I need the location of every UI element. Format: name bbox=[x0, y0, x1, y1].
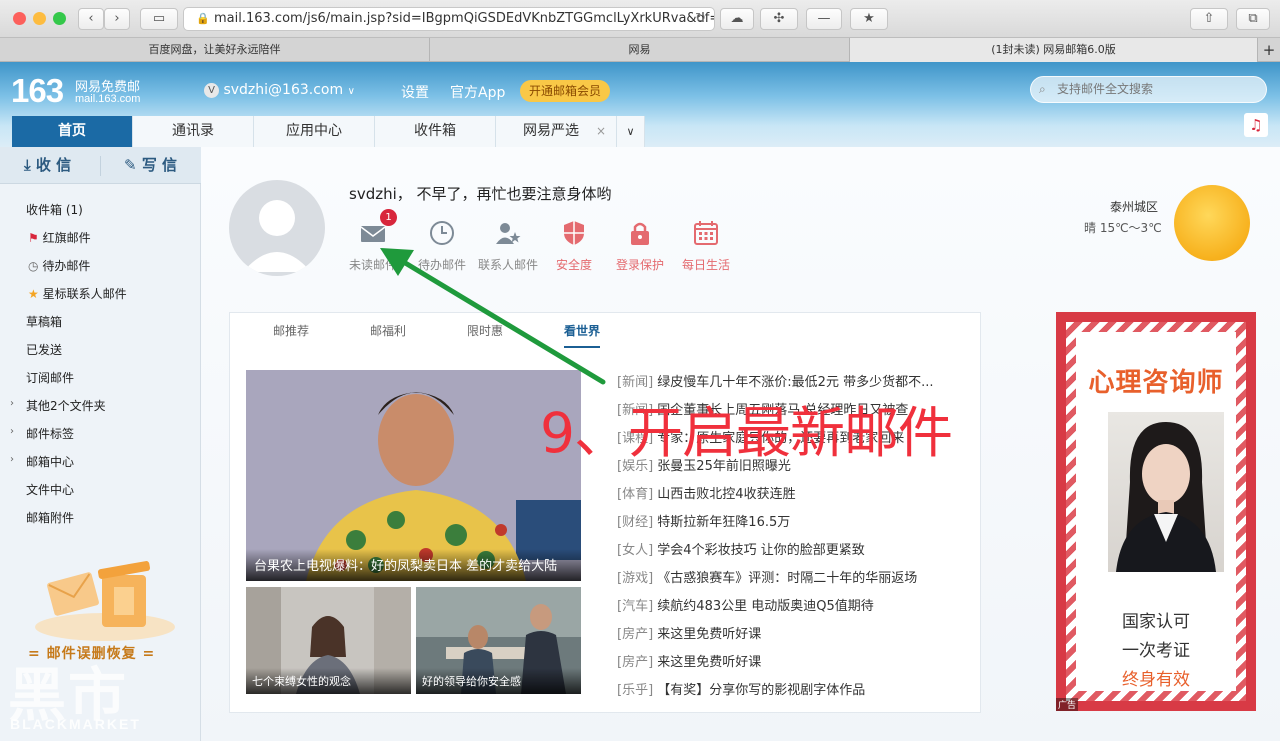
annotation-text: 9、开启最新邮件 bbox=[540, 401, 953, 465]
annotation-arrow bbox=[380, 248, 606, 385]
